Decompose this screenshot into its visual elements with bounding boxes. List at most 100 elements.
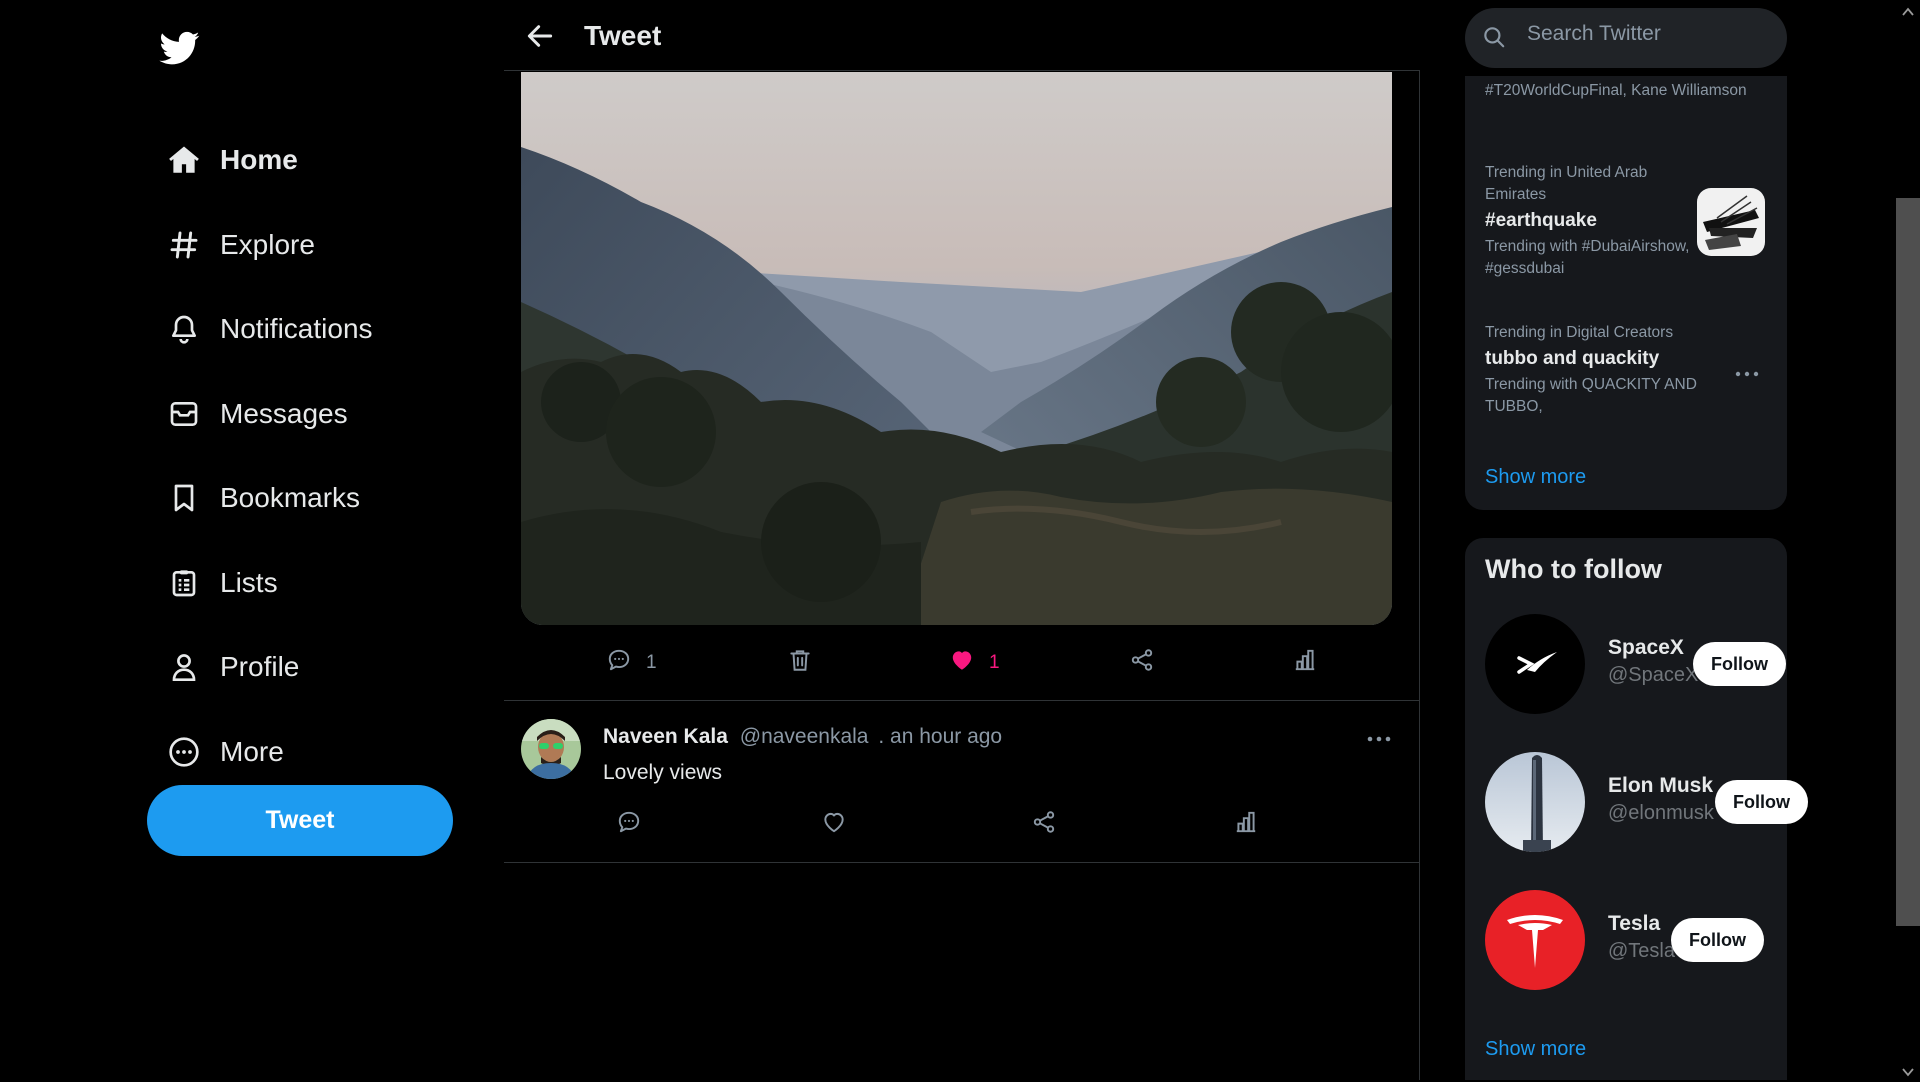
reply-author-handle[interactable]: @naveenkala: [740, 725, 869, 748]
account-name: SpaceX: [1608, 636, 1684, 659]
follow-show-more-link[interactable]: Show more: [1485, 1038, 1586, 1061]
bar-chart-icon: [1292, 647, 1318, 678]
panel-title: Who to follow: [1485, 554, 1662, 584]
hashtag-icon: [165, 226, 203, 264]
who-to-follow-panel: Who to follow SpaceX @SpaceX Follow Elon…: [1465, 538, 1808, 1080]
tweet-action-bar: 1 1: [504, 640, 1420, 684]
trends-show-more-link[interactable]: Show more: [1485, 466, 1586, 489]
follow-suggestion-elonmusk[interactable]: Elon Musk @elonmusk Follow: [1465, 752, 1808, 852]
share-action[interactable]: [1129, 647, 1155, 678]
heart-filled-icon: [949, 647, 975, 678]
nav-item-profile[interactable]: Profile: [165, 625, 465, 710]
twitter-logo[interactable]: [158, 28, 204, 68]
trend-thumbnail-image: [1697, 188, 1765, 256]
follow-button[interactable]: Follow: [1715, 780, 1808, 824]
reply-header: Naveen Kala @naveenkala . an hour ago: [603, 725, 1002, 749]
nav-item-home[interactable]: Home: [165, 118, 465, 203]
share-icon: [1031, 809, 1057, 840]
follow-suggestion-tesla[interactable]: Tesla @Tesla Follow: [1465, 890, 1787, 990]
avatar[interactable]: [1485, 752, 1585, 852]
trend-title: #earthquake: [1485, 210, 1597, 231]
reply-count: 1: [646, 651, 657, 673]
nav-item-bookmarks[interactable]: Bookmarks: [165, 456, 465, 541]
more-horizontal-icon[interactable]: [1364, 731, 1394, 747]
trend-detail: Trending with #DubaiAirshow, #gessdubai: [1485, 238, 1690, 277]
nav-item-lists[interactable]: Lists: [165, 541, 465, 626]
follow-button[interactable]: Follow: [1693, 642, 1786, 686]
nav-label-messages: Messages: [220, 397, 348, 429]
nav-item-explore[interactable]: Explore: [165, 203, 465, 288]
bell-icon: [165, 310, 203, 348]
nav-label-explore: Explore: [220, 228, 315, 260]
reply-like-action[interactable]: [821, 809, 847, 840]
nav-label-notifications: Notifications: [220, 313, 373, 345]
trend-context: Trending in United Arab Emirates: [1485, 164, 1648, 203]
account-handle: @Tesla: [1608, 940, 1675, 962]
like-count: 1: [989, 651, 1000, 673]
heart-icon: [821, 809, 847, 840]
avatar[interactable]: [1485, 890, 1585, 990]
trend-item-tubbo[interactable]: Trending in Digital Creators tubbo and q…: [1485, 322, 1705, 418]
account-name: Elon Musk: [1608, 774, 1714, 797]
reply-text: Lovely views: [603, 761, 723, 784]
comment-icon: [616, 809, 642, 840]
nav-label-more: More: [220, 735, 284, 767]
scroll-up-arrow-icon[interactable]: [1902, 4, 1914, 16]
main-navigation: Home Explore Notifications Messages Book…: [165, 118, 465, 794]
scroll-down-arrow-icon[interactable]: [1902, 1064, 1914, 1077]
trend-item-partial[interactable]: #T20WorldCupFinal, Kane Williamson: [1485, 80, 1775, 102]
bookmark-icon: [165, 479, 203, 517]
trends-panel: #T20WorldCupFinal, Kane Williamson Trend…: [1465, 76, 1787, 510]
trend-title: tubbo and quackity: [1485, 348, 1660, 369]
comment-icon: [606, 647, 632, 678]
reply-tweet[interactable]: Naveen Kala @naveenkala . an hour ago Lo…: [504, 701, 1420, 863]
list-icon: [165, 564, 203, 602]
follow-button[interactable]: Follow: [1671, 918, 1764, 962]
tweet-detail-column: Tweet 1 1 Naveen Kala @naveenkala . an h…: [504, 0, 1420, 1080]
avatar[interactable]: [521, 719, 581, 779]
tweet-media-image[interactable]: [521, 72, 1392, 625]
back-arrow-icon[interactable]: [524, 20, 558, 54]
analytics-action[interactable]: [1292, 647, 1318, 678]
reply-timestamp: . an hour ago: [878, 725, 1003, 748]
compose-tweet-button[interactable]: Tweet: [147, 785, 453, 856]
home-icon: [165, 141, 203, 179]
account-handle: @SpaceX: [1608, 664, 1699, 686]
more-circle-icon: [165, 733, 203, 771]
reply-action[interactable]: 1: [606, 647, 657, 678]
nav-item-notifications[interactable]: Notifications: [165, 287, 465, 372]
like-action[interactable]: 1: [949, 647, 1000, 678]
mail-icon: [165, 395, 203, 433]
nav-label-lists: Lists: [220, 566, 278, 598]
user-icon: [165, 648, 203, 686]
more-horizontal-icon[interactable]: [1733, 366, 1761, 377]
search-input[interactable]: [1525, 21, 1765, 47]
nav-label-bookmarks: Bookmarks: [220, 482, 361, 514]
follow-suggestion-spacex[interactable]: SpaceX @SpaceX Follow: [1465, 614, 1787, 714]
share-icon: [1129, 647, 1155, 678]
trend-detail: Trending with QUACKITY AND TUBBO,: [1485, 376, 1697, 415]
trend-detail: #T20WorldCupFinal, Kane Williamson: [1485, 82, 1747, 99]
reply-reply-action[interactable]: [616, 809, 642, 840]
delete-action[interactable]: [787, 647, 813, 678]
reply-author-name[interactable]: Naveen Kala: [603, 725, 728, 748]
nav-item-more[interactable]: More: [165, 710, 465, 795]
nav-label-profile: Profile: [220, 651, 300, 683]
bird-icon: [159, 31, 200, 65]
reply-analytics-action[interactable]: [1233, 809, 1259, 840]
account-handle: @elonmusk: [1608, 802, 1714, 824]
avatar[interactable]: [1485, 614, 1585, 714]
search-bar[interactable]: [1465, 8, 1787, 68]
search-icon: [1481, 24, 1509, 52]
trend-context: Trending in Digital Creators: [1485, 324, 1674, 341]
nav-item-messages[interactable]: Messages: [165, 372, 465, 457]
nav-label-home: Home: [220, 144, 298, 176]
reply-share-action[interactable]: [1031, 809, 1057, 840]
page-header: Tweet: [504, 0, 1420, 71]
trend-item-earthquake[interactable]: Trending in United Arab Emirates #earthq…: [1485, 162, 1690, 280]
trash-icon: [787, 647, 813, 678]
scrollbar-thumb[interactable]: [1896, 198, 1920, 926]
page-scrollbar[interactable]: [1896, 0, 1920, 1080]
page-title: Tweet: [584, 20, 662, 51]
account-name: Tesla: [1608, 912, 1661, 935]
